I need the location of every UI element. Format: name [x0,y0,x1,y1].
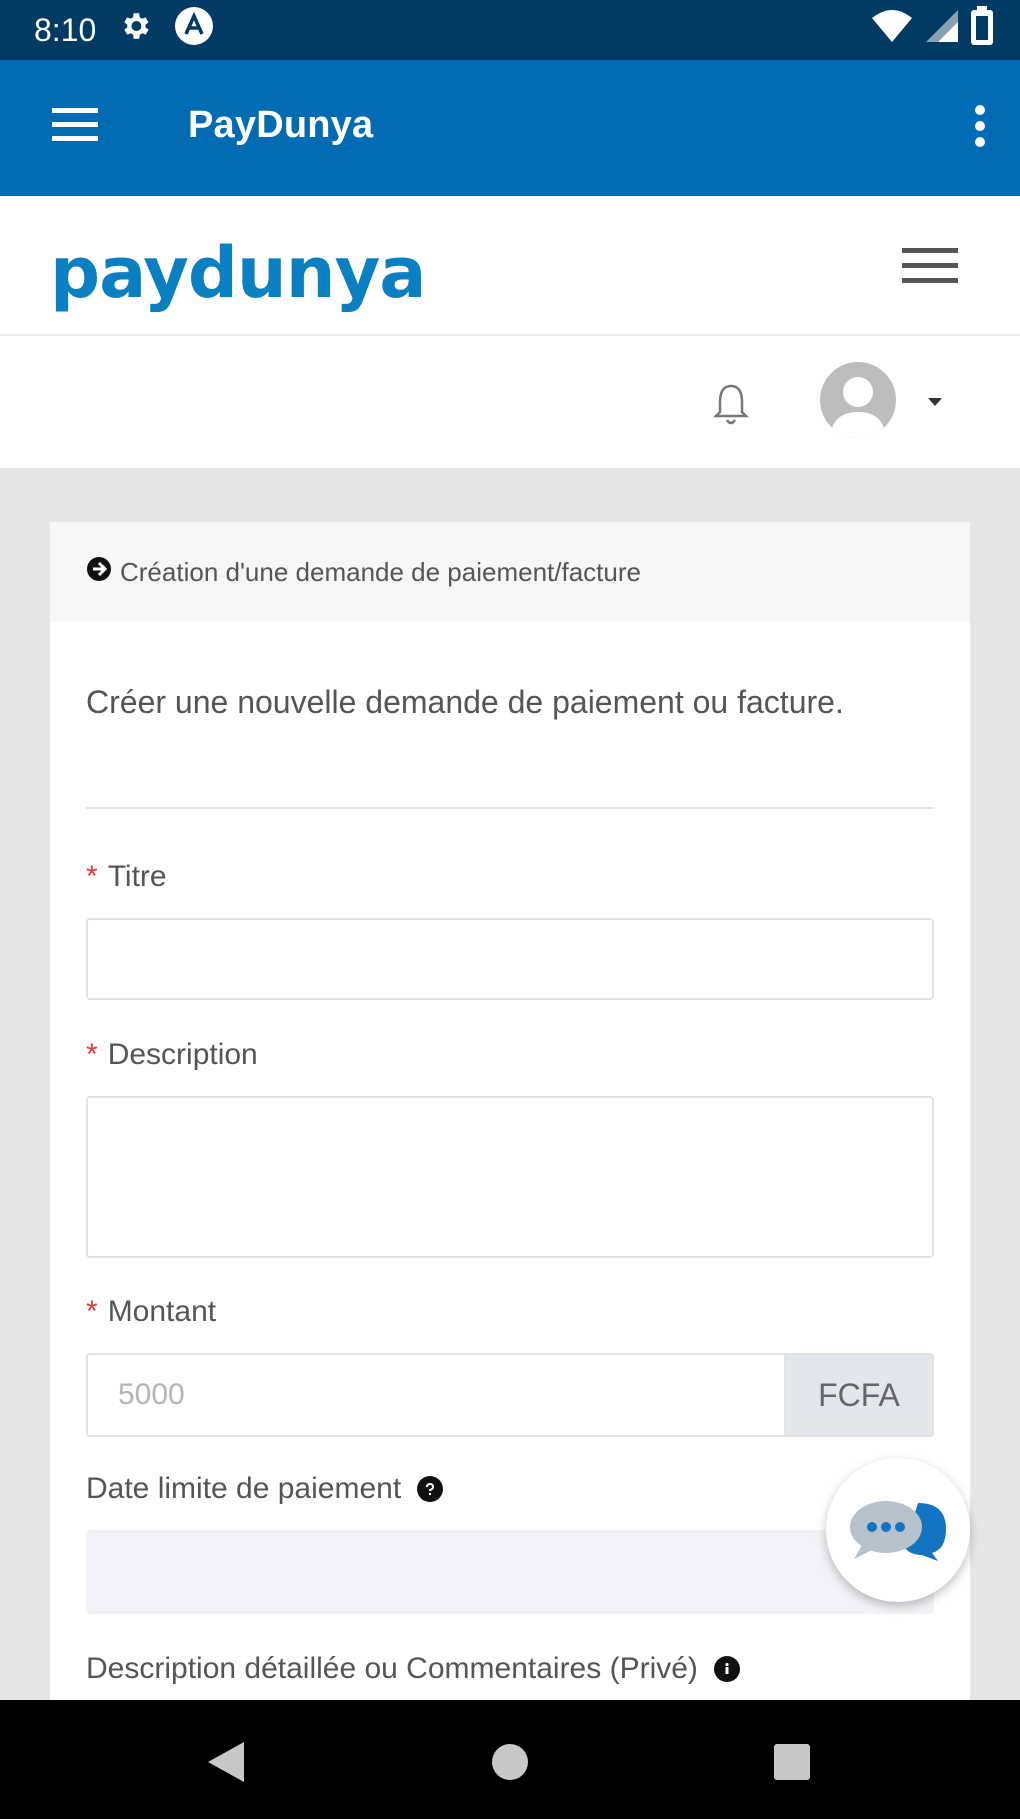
title-input[interactable] [86,918,934,1000]
paydunya-logo[interactable]: paydunya [50,232,426,314]
notification-bell-icon[interactable] [712,382,750,431]
currency-addon: FCFA [784,1355,932,1435]
navigation-menu-icon[interactable] [52,108,98,147]
description-textarea[interactable] [86,1096,934,1258]
site-menu-icon[interactable] [902,246,958,291]
signal-icon [924,8,960,52]
home-icon[interactable] [490,1742,530,1787]
wifi-icon [870,8,914,52]
amount-input-group: 5000 FCFA [86,1353,934,1437]
card-header-title: Création d'une demande de paiement/factu… [120,556,641,587]
title-label: * Titre [86,860,167,893]
more-options-icon[interactable] [974,104,986,153]
arrow-circle-icon [86,556,112,589]
due-date-input[interactable] [86,1530,934,1614]
required-marker: * [86,860,98,893]
amount-input[interactable]: 5000 [88,1355,784,1435]
info-icon[interactable] [713,1656,740,1682]
description-label: * Description [86,1038,258,1071]
form-intro-text: Créer une nouvelle demande de paiement o… [86,684,844,720]
app-notification-icon [174,6,214,54]
comments-label: Description détaillée ou Commentaires (P… [86,1652,740,1686]
info-icon[interactable] [417,1476,444,1502]
user-menu-caret-icon[interactable] [928,398,942,406]
user-avatar[interactable] [820,362,896,438]
chat-bubbles-icon [846,1493,950,1568]
required-marker: * [86,1295,98,1328]
amount-label: * Montant [86,1295,217,1328]
chat-button[interactable] [826,1458,970,1602]
card-header: Création d'une demande de paiement/factu… [50,522,970,622]
app-toolbar: PayDunya [0,60,1020,196]
status-bar: 8:10 [0,0,1020,60]
back-icon[interactable] [206,1740,246,1789]
status-time: 8:10 [34,11,97,48]
app-title: PayDunya [188,104,374,146]
system-navigation-bar [0,1700,1020,1819]
required-marker: * [86,1038,98,1071]
site-header: paydunya [0,196,1020,336]
recents-icon[interactable] [772,1742,812,1787]
settings-gear-icon [118,9,152,51]
battery-icon [970,6,994,54]
due-date-label: Date limite de paiement [86,1472,444,1506]
divider [86,807,934,809]
